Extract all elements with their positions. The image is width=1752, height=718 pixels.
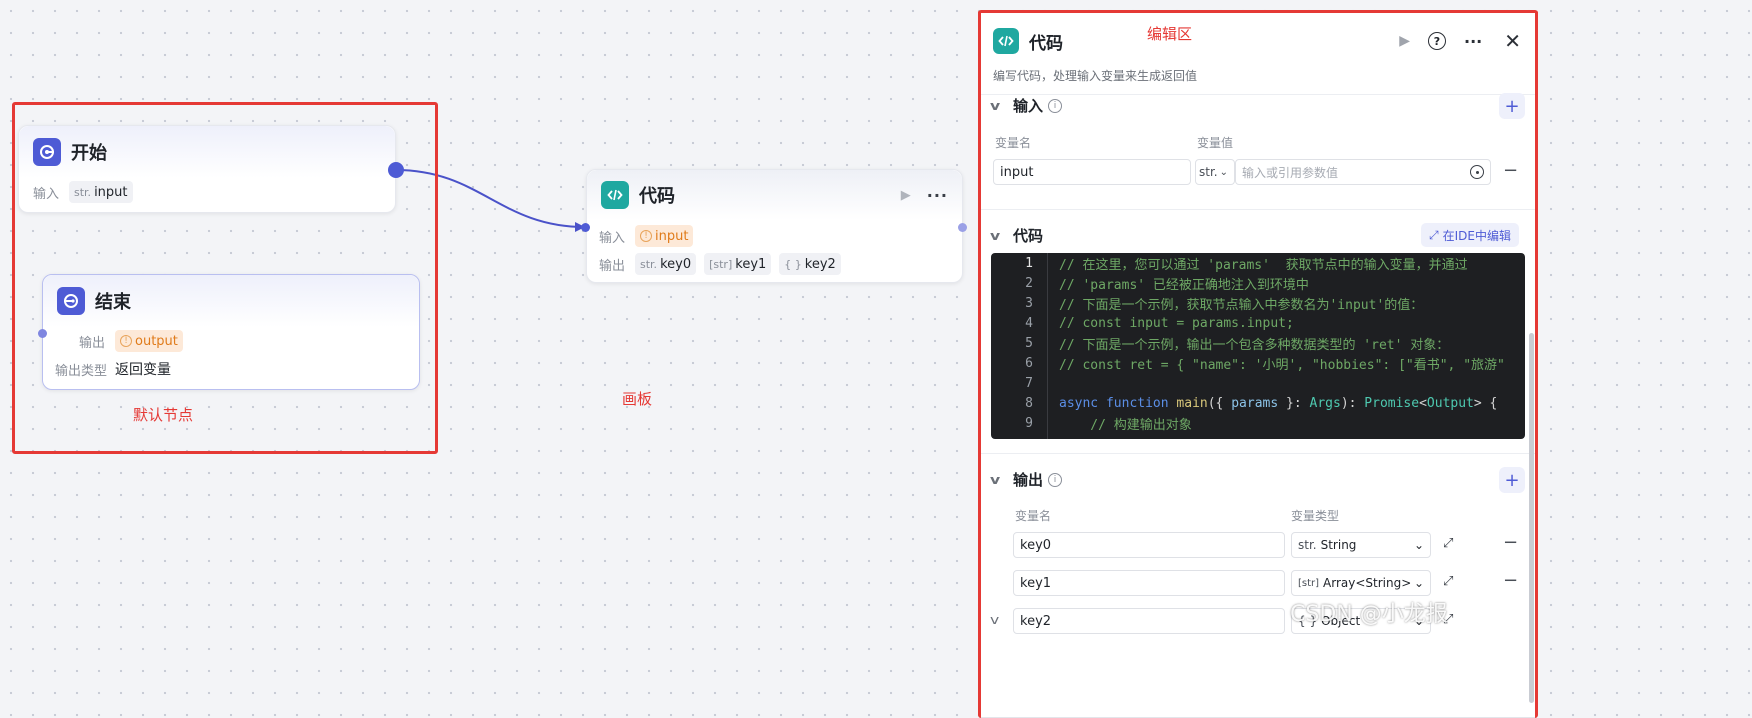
start-input-tag: str. input	[69, 181, 133, 203]
start-input-label: 输入	[33, 186, 60, 202]
watermark: CSDN @小龙报	[1290, 602, 1448, 627]
start-node-icon	[33, 138, 61, 166]
start-node-title: 开始	[71, 143, 107, 164]
end-output-type-label: 输出类型	[55, 363, 108, 379]
code-output-tag-key1: [str] key1	[704, 253, 772, 275]
warning-icon: !	[640, 230, 652, 242]
default-nodes-label: 默认节点	[133, 406, 194, 424]
end-input-port[interactable]	[38, 329, 47, 338]
code-output-label: 输出	[599, 258, 626, 274]
start-output-port[interactable]	[388, 162, 404, 178]
warning-icon: !	[120, 335, 132, 347]
end-output-tag: ! output	[115, 330, 183, 352]
code-input-label: 输入	[599, 230, 626, 246]
code-node-title: 代码	[639, 186, 675, 207]
code-output-tag-key0: str. key0	[635, 253, 697, 275]
more-icon[interactable]: ···	[927, 186, 948, 205]
end-node[interactable]: 结束 输出 ! output 输出类型 返回变量	[42, 274, 420, 390]
code-node[interactable]: 代码 ▶ ··· 输入 ! input 输出 str. key0 [str] key…	[586, 169, 963, 283]
canvas-label: 画板	[622, 390, 653, 408]
code-input-port[interactable]	[581, 223, 590, 232]
edit-area-frame	[978, 10, 1538, 718]
end-output-label: 输出	[79, 335, 106, 351]
run-icon[interactable]: ▶	[901, 188, 911, 203]
start-node[interactable]: 开始 输入 str. input	[18, 125, 396, 213]
code-output-port[interactable]	[958, 223, 967, 232]
code-input-tag: ! input	[635, 225, 694, 247]
end-output-type-value: 返回变量	[115, 362, 171, 378]
code-node-icon	[601, 181, 629, 209]
code-output-tag-key2: { } key2	[779, 253, 841, 275]
end-node-title: 结束	[95, 292, 131, 313]
end-node-icon	[57, 287, 85, 315]
